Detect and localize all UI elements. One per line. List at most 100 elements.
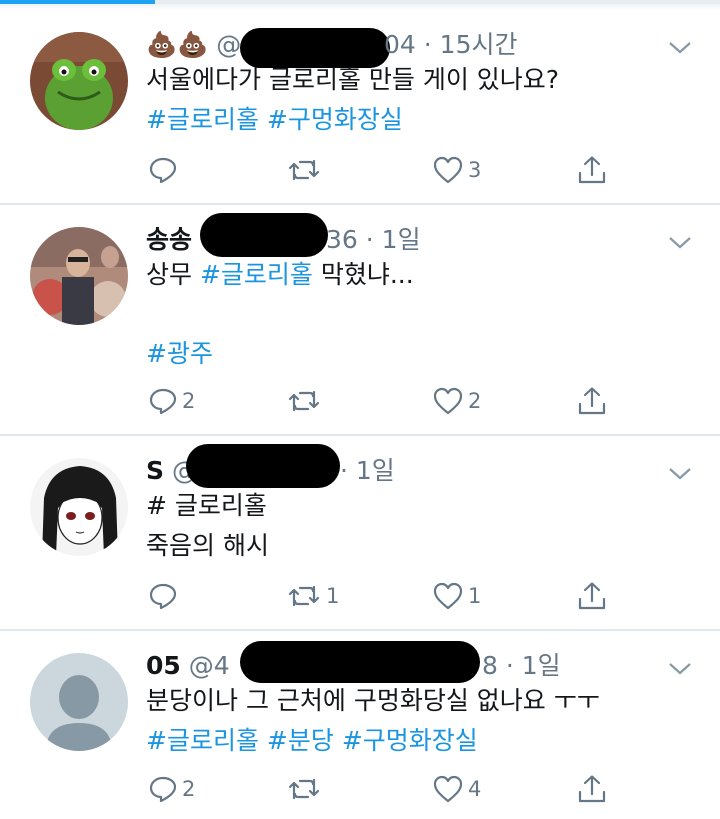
- handle[interactable]: @: [216, 30, 241, 59]
- display-name[interactable]: 💩💩: [146, 30, 208, 59]
- retweet-icon: [286, 774, 322, 804]
- chevron-down-icon[interactable]: [668, 40, 692, 56]
- timestamp[interactable]: 1일: [356, 456, 395, 485]
- share-icon: [576, 385, 608, 417]
- retweet-icon: [286, 386, 322, 416]
- like-button[interactable]: 1: [432, 578, 481, 614]
- tweet-text-part: 상무: [146, 260, 200, 289]
- avatar-crowd-photo[interactable]: [30, 227, 128, 325]
- tweet-text-part: 만들 게이 있나요?: [360, 65, 560, 94]
- like-button[interactable]: 2: [432, 383, 481, 419]
- chevron-down-icon[interactable]: [668, 661, 692, 677]
- tweet-actions: 3: [146, 152, 616, 188]
- retweet-count: 1: [326, 584, 340, 608]
- share-button[interactable]: [576, 383, 608, 419]
- tweet-text-part: 서울에다가: [146, 65, 269, 94]
- share-icon: [576, 580, 608, 612]
- tweet-text-bold: 글로리홀: [268, 65, 361, 94]
- timestamp[interactable]: 15시간: [440, 30, 518, 59]
- display-name[interactable]: 05: [146, 651, 181, 680]
- tweet-header: 05 @4: [146, 649, 230, 683]
- handle[interactable]: @4: [189, 651, 230, 680]
- display-name[interactable]: S: [146, 456, 164, 485]
- reply-icon: [148, 581, 178, 611]
- redacted-handle: [240, 641, 480, 683]
- like-icon: [432, 774, 464, 804]
- tweet-actions: 1 1: [146, 578, 616, 614]
- avatar-manga-girl[interactable]: [30, 458, 128, 556]
- like-count: 1: [468, 584, 482, 608]
- display-name[interactable]: 송송: [146, 225, 192, 254]
- tweet-meta: · 1일: [340, 454, 395, 488]
- top-progress-bar: [0, 0, 720, 10]
- tweet-header: 송송: [146, 223, 192, 257]
- reply-button[interactable]: 2: [148, 771, 195, 807]
- tweet-2[interactable]: 송송 36 · 1일 상무 #글로리홀 막혔냐... #광주 2 2: [0, 205, 720, 436]
- like-icon: [432, 155, 464, 185]
- tweet-1[interactable]: 💩💩 @ 04 · 15시간 서울에다가 글로리홀 만들 게이 있나요? #글로…: [0, 10, 720, 205]
- redacted-handle: [186, 444, 340, 488]
- avatar-default[interactable]: [30, 653, 128, 751]
- tweet-meta: 04 · 15시간: [384, 28, 517, 62]
- share-icon: [576, 773, 608, 805]
- like-icon: [432, 386, 464, 416]
- tweet-3[interactable]: S @ · 1일 # 글로리홀 죽음의 해시 1 1: [0, 436, 720, 631]
- like-count: 4: [468, 777, 482, 801]
- dot-separator: ·: [423, 30, 432, 59]
- handle-suffix: 04: [384, 30, 416, 59]
- tweet-header: 💩💩 @: [146, 28, 241, 62]
- hashtag-link[interactable]: #구멍화장실: [267, 105, 403, 134]
- retweet-button[interactable]: 1: [286, 578, 339, 614]
- like-count: 2: [468, 389, 482, 413]
- share-button[interactable]: [576, 152, 608, 188]
- tweet-actions: 2 4: [146, 771, 616, 807]
- reply-icon: [148, 386, 178, 416]
- tweet-text-part: 막혔냐...: [312, 260, 414, 289]
- like-icon: [432, 581, 464, 611]
- like-button[interactable]: 3: [432, 152, 481, 188]
- timestamp[interactable]: 1일: [382, 225, 421, 254]
- retweet-icon: [286, 581, 322, 611]
- reply-icon: [148, 774, 178, 804]
- tweet-text: 상무 #글로리홀 막혔냐...: [146, 257, 414, 293]
- chevron-down-icon[interactable]: [668, 466, 692, 482]
- hashtag-link[interactable]: #글로리홀: [200, 260, 313, 289]
- hashtags-line: #광주: [146, 336, 213, 372]
- reply-count: 2: [182, 389, 196, 413]
- hashtags-line: #글로리홀 #분당 #구멍화장실: [146, 723, 478, 759]
- hashtag-link[interactable]: #글로리홀: [146, 726, 259, 755]
- handle-suffix: 36: [326, 225, 358, 254]
- dot-separator: ·: [365, 225, 374, 254]
- tweet-4[interactable]: 05 @4 8 · 1일 분당이나 그 근처에 구멍화당실 없나요 ㅜㅜ #글로…: [0, 631, 720, 819]
- retweet-button[interactable]: [286, 152, 326, 188]
- avatar-kermit[interactable]: [30, 32, 128, 130]
- hashtags-line: #글로리홀 #구멍화장실: [146, 102, 403, 138]
- reply-button[interactable]: [148, 578, 182, 614]
- tweet-meta: 36 · 1일: [326, 223, 421, 257]
- tweet-text: 분당이나 그 근처에 구멍화당실 없나요 ㅜㅜ: [146, 686, 600, 715]
- hashtag-link[interactable]: #구멍화장실: [342, 726, 478, 755]
- share-button[interactable]: [576, 771, 608, 807]
- redacted-handle: [200, 213, 328, 257]
- reply-count: 2: [182, 777, 196, 801]
- tweet-actions: 2 2: [146, 383, 616, 419]
- hashtag-link[interactable]: #글로리홀: [146, 105, 259, 134]
- share-icon: [576, 154, 608, 186]
- handle-suffix: 8: [482, 651, 498, 680]
- like-button[interactable]: 4: [432, 771, 481, 807]
- retweet-button[interactable]: [286, 383, 326, 419]
- retweet-button[interactable]: [286, 771, 326, 807]
- hashtag-link[interactable]: #광주: [146, 339, 213, 368]
- share-button[interactable]: [576, 578, 608, 614]
- tweet-meta: 8 · 1일: [482, 649, 561, 683]
- reply-button[interactable]: [148, 152, 182, 188]
- tweet-text: 서울에다가 글로리홀 만들 게이 있나요?: [146, 62, 559, 98]
- reply-button[interactable]: 2: [148, 383, 195, 419]
- like-count: 3: [468, 158, 482, 182]
- chevron-down-icon[interactable]: [668, 235, 692, 251]
- hashtag-link[interactable]: #분당: [267, 726, 334, 755]
- reply-icon: [148, 155, 178, 185]
- timestamp[interactable]: 1일: [522, 651, 561, 680]
- tweet-text-line2: 죽음의 해시: [146, 531, 269, 560]
- retweet-icon: [286, 155, 322, 185]
